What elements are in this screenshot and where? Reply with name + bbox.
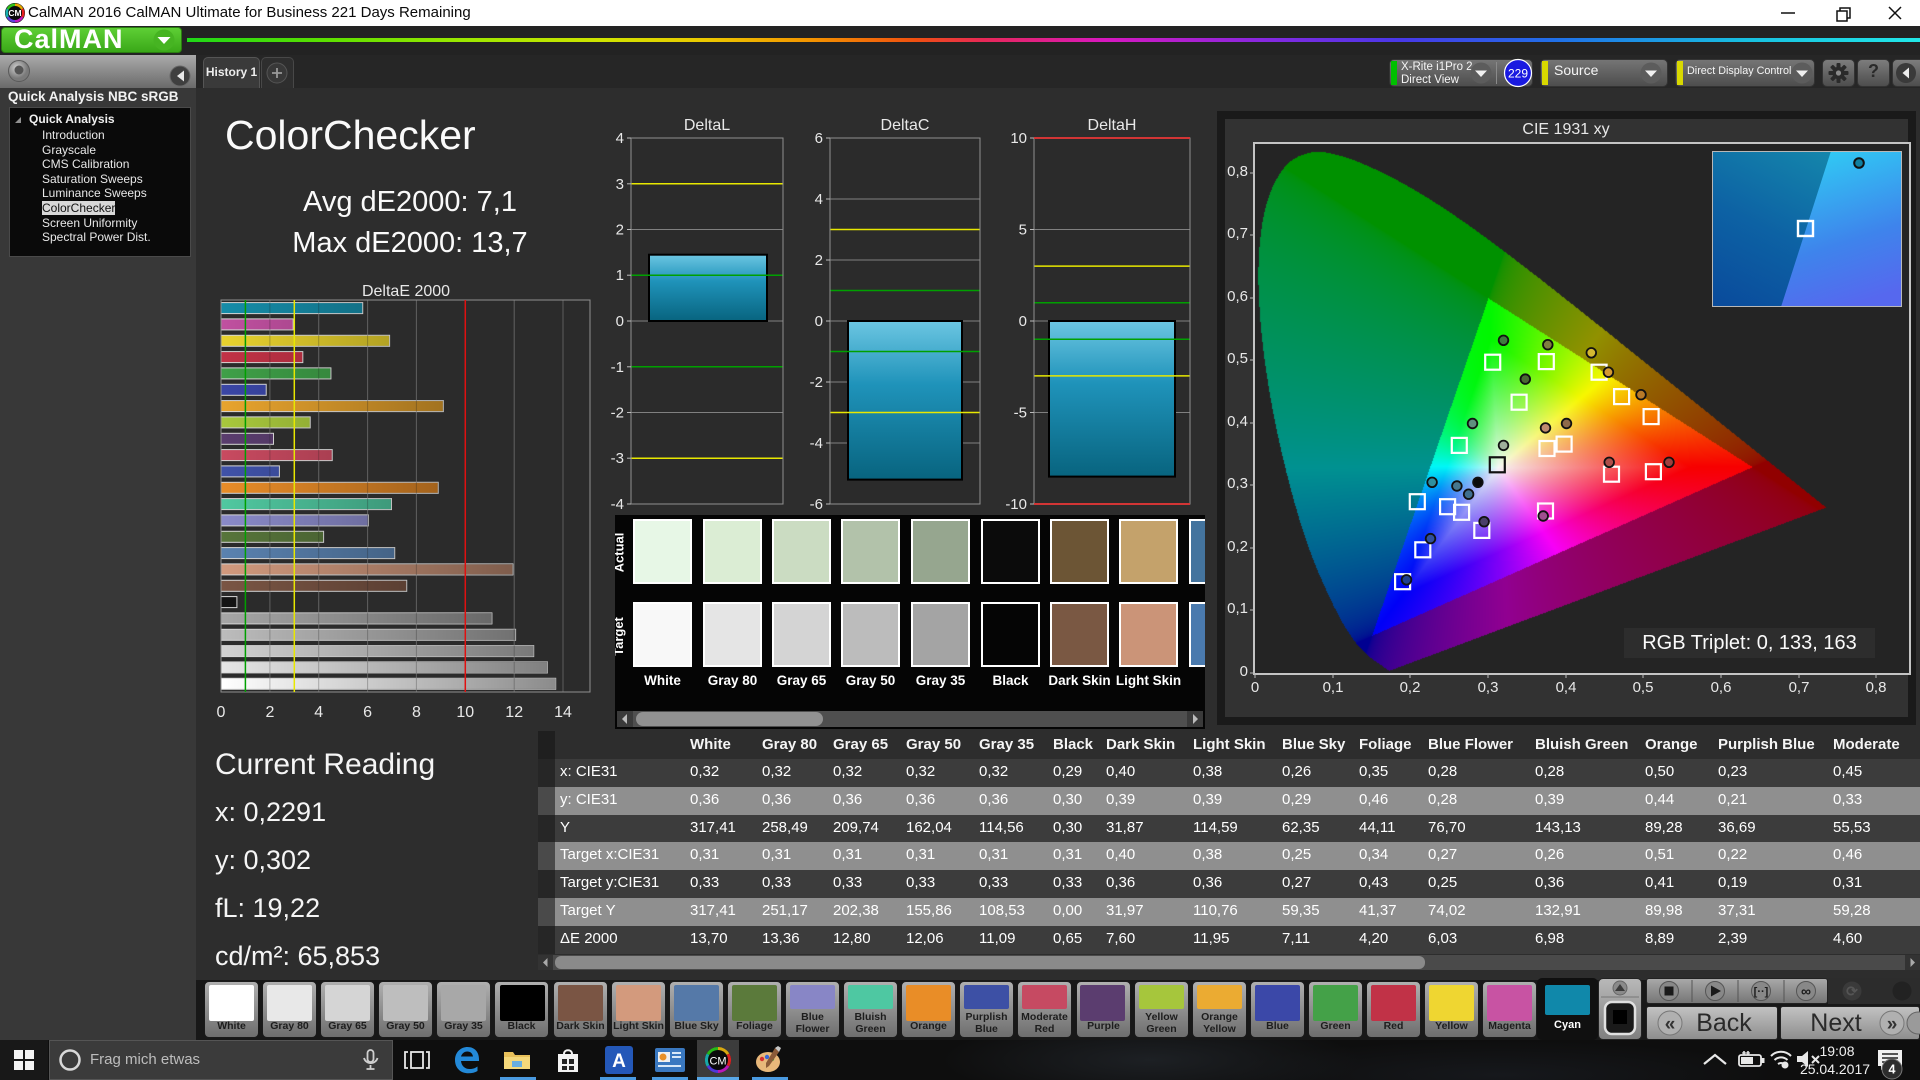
svg-text:»: » — [1887, 1014, 1898, 1035]
svg-text:-6: -6 — [810, 496, 823, 513]
svg-text:⟳: ⟳ — [1846, 983, 1858, 999]
svg-text:14: 14 — [554, 704, 572, 721]
svg-text:∞: ∞ — [1801, 983, 1811, 999]
svg-text:3: 3 — [616, 176, 624, 193]
svg-text:0: 0 — [616, 313, 624, 330]
svg-text:12: 12 — [505, 704, 523, 721]
svg-text:DeltaL: DeltaL — [684, 117, 730, 134]
svg-text:-10: -10 — [1005, 496, 1027, 513]
svg-text:CM: CM — [8, 8, 21, 18]
svg-text:CM: CM — [709, 1056, 726, 1068]
svg-text:1: 1 — [616, 267, 624, 284]
svg-text:2: 2 — [265, 704, 274, 721]
svg-text:-2: -2 — [810, 374, 823, 391]
svg-text:10: 10 — [1010, 130, 1027, 147]
svg-text:«: « — [1665, 1014, 1676, 1035]
svg-text:[··]: [··] — [1754, 986, 1769, 998]
svg-text:4: 4 — [815, 191, 823, 208]
svg-text:DeltaH: DeltaH — [1088, 117, 1137, 134]
svg-text:-1: -1 — [611, 359, 624, 376]
svg-text:8: 8 — [412, 704, 421, 721]
svg-text:A: A — [612, 1051, 626, 1072]
svg-text:-3: -3 — [611, 450, 624, 467]
svg-text:10: 10 — [456, 704, 474, 721]
svg-text:4: 4 — [1889, 1063, 1896, 1077]
svg-text:6: 6 — [815, 130, 823, 147]
svg-text:4: 4 — [616, 130, 624, 147]
svg-text:-2: -2 — [611, 405, 624, 422]
svg-text:Next: Next — [1810, 1009, 1861, 1037]
svg-text:Back: Back — [1696, 1009, 1752, 1037]
svg-text:-4: -4 — [611, 496, 624, 513]
svg-text:2: 2 — [616, 222, 624, 239]
svg-text:-5: -5 — [1014, 405, 1027, 422]
svg-text:-4: -4 — [810, 435, 823, 452]
svg-text:0: 0 — [1019, 313, 1027, 330]
svg-text:2: 2 — [815, 252, 823, 269]
svg-text:5: 5 — [1019, 222, 1027, 239]
svg-text:229: 229 — [1508, 67, 1528, 81]
svg-text:DeltaE 2000: DeltaE 2000 — [362, 283, 450, 300]
svg-text:0: 0 — [815, 313, 823, 330]
svg-text:0: 0 — [217, 704, 226, 721]
svg-text:DeltaC: DeltaC — [881, 117, 930, 134]
svg-text:6: 6 — [363, 704, 372, 721]
svg-text:4: 4 — [314, 704, 323, 721]
